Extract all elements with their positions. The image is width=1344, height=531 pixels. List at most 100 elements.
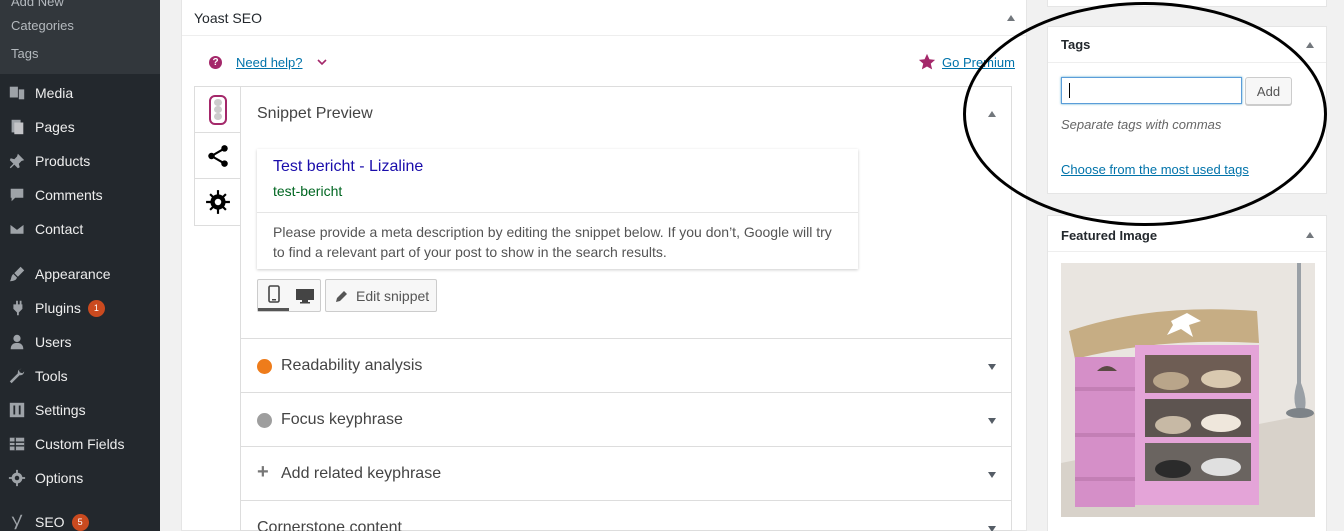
mobile-icon (267, 285, 280, 303)
pin-icon (7, 151, 27, 171)
sidebar-item-label: Appearance (35, 266, 111, 282)
mobile-preview-button[interactable] (258, 280, 289, 311)
desktop-icon (295, 288, 314, 303)
status-dot-icon (257, 413, 272, 428)
help-row: ? Need help? (209, 52, 327, 72)
focus-keyphrase-section[interactable]: Focus keyphrase (241, 393, 1011, 447)
snippet-title[interactable]: Test bericht - Lizaline (273, 158, 423, 176)
brush-icon (7, 264, 27, 284)
tab-seo[interactable] (195, 87, 240, 133)
sidebar-item-label: SEO (35, 514, 65, 530)
yoast-tabs (194, 86, 240, 226)
related-keyphrase-heading: Add related keyphrase (281, 465, 442, 482)
sidebar-item-appearance[interactable]: Appearance (0, 257, 160, 291)
users-icon (7, 332, 27, 352)
expand-icon[interactable] (988, 364, 996, 370)
snippet-description[interactable]: Please provide a meta description by edi… (273, 222, 843, 262)
featured-image-thumbnail[interactable] (1061, 263, 1315, 517)
readability-heading: Readability analysis (281, 357, 423, 374)
sidebar-item-settings[interactable]: Settings (0, 393, 160, 427)
tab-social[interactable] (195, 133, 240, 179)
cornerstone-section[interactable]: Cornerstone content (241, 501, 1011, 531)
focus-keyphrase-heading: Focus keyphrase (281, 411, 403, 428)
sidebar-item-pages[interactable]: Pages (0, 110, 160, 144)
featured-image-box: Featured Image (1047, 215, 1327, 531)
sidebar-item-plugins[interactable]: Plugins 1 (0, 291, 160, 325)
edit-snippet-button[interactable]: Edit snippet (325, 279, 437, 312)
sidebar-item-tools[interactable]: Tools (0, 359, 160, 393)
admin-sidebar: Add New Categories Tags Media Pages Prod… (0, 0, 160, 531)
submenu-categories[interactable]: Categories (11, 18, 74, 33)
question-icon: ? (209, 55, 222, 69)
tab-advanced[interactable] (195, 179, 240, 225)
submenu-add-new[interactable]: Add New (11, 0, 64, 9)
submenu-tags[interactable]: Tags (11, 46, 38, 61)
cornerstone-heading: Cornerstone content (257, 519, 402, 531)
settings-icon (7, 400, 27, 420)
metabox-title: Yoast SEO (194, 10, 262, 26)
comments-icon (7, 185, 27, 205)
wrench-icon (7, 366, 27, 386)
sidebar-item-label: Settings (35, 402, 86, 418)
related-keyphrase-section[interactable]: + Add related keyphrase (241, 447, 1011, 501)
collapse-toggle-icon[interactable] (1007, 15, 1015, 21)
snippet-preview-heading[interactable]: Snippet Preview (257, 105, 373, 123)
sidebar-item-label: Users (35, 334, 72, 350)
sidebar-item-comments[interactable]: Comments (0, 178, 160, 212)
media-icon (7, 83, 27, 103)
sidebar-item-label: Media (35, 85, 74, 101)
plugin-icon (7, 298, 27, 318)
sidebar-item-users[interactable]: Users (0, 325, 160, 359)
sidebar-item-label: Options (35, 470, 84, 486)
traffic-light-icon (208, 94, 227, 125)
sidebar-item-label: Contact (35, 221, 84, 237)
collapse-toggle-icon[interactable] (1306, 42, 1314, 48)
yoast-seo-panel: Snippet Preview Test bericht - Lizaline … (240, 86, 1012, 531)
sidebar-item-label: Tools (35, 368, 68, 384)
pages-icon (7, 117, 27, 137)
plus-icon: + (257, 461, 269, 483)
star-icon (918, 53, 936, 70)
edit-snippet-label: Edit snippet (356, 287, 430, 304)
yoast-seo-metabox: Yoast SEO ? Need help? Go Premium Snippe… (181, 0, 1027, 531)
sidebar-item-label: Custom Fields (35, 436, 125, 452)
readability-section[interactable]: Readability analysis (241, 339, 1011, 393)
share-icon (207, 144, 228, 167)
sidebar-item-label: Plugins (35, 300, 81, 316)
gear-icon (7, 468, 27, 488)
sidebar-item-label: Pages (35, 119, 75, 135)
posts-submenu: Add New Categories Tags (0, 0, 160, 74)
sidebar-item-media[interactable]: Media (0, 76, 160, 110)
featured-image-title: Featured Image (1061, 228, 1158, 243)
desktop-preview-button[interactable] (289, 280, 320, 311)
table-icon (7, 434, 27, 454)
envelope-icon (7, 219, 27, 239)
sidebar-item-custom-fields[interactable]: Custom Fields (0, 427, 160, 461)
snippet-preview-section: Snippet Preview Test bericht - Lizaline … (241, 87, 1011, 339)
preview-mode-toggle (257, 279, 321, 312)
yoast-icon (7, 512, 27, 531)
pencil-icon (336, 290, 347, 302)
metabox-header[interactable]: Yoast SEO (182, 0, 1026, 36)
gear-icon (205, 190, 230, 214)
need-help-link[interactable]: Need help? (236, 55, 303, 70)
seo-notification-badge: 5 (71, 513, 89, 531)
chevron-down-icon[interactable] (316, 57, 327, 67)
sidebar-item-contact[interactable]: Contact (0, 212, 160, 246)
sad-face-icon (257, 359, 272, 374)
expand-icon[interactable] (988, 418, 996, 424)
plugins-update-badge: 1 (87, 299, 105, 317)
shoe-bench-photo (1061, 263, 1315, 517)
sidebar-item-seo[interactable]: SEO 5 (0, 505, 160, 531)
annotation-circle (963, 2, 1327, 226)
sidebar-item-label: Products (35, 153, 91, 169)
expand-icon[interactable] (988, 472, 996, 478)
google-snippet-preview[interactable]: Test bericht - Lizaline test-bericht Ple… (257, 149, 858, 269)
collapse-toggle-icon[interactable] (1306, 232, 1314, 238)
snippet-divider (257, 212, 858, 213)
sidebar-item-label: Comments (35, 187, 103, 203)
sidebar-item-products[interactable]: Products (0, 144, 160, 178)
sidebar-item-options[interactable]: Options (0, 461, 160, 495)
snippet-url[interactable]: test-bericht (273, 183, 342, 199)
expand-icon[interactable] (988, 526, 996, 531)
